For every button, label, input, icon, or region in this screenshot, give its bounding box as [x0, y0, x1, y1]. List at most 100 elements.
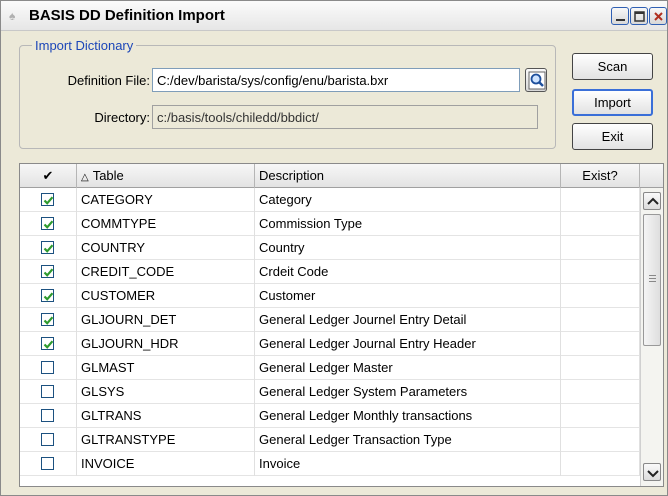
- search-icon: [528, 71, 546, 90]
- row-table-name[interactable]: COUNTRY: [77, 236, 255, 260]
- row-exist[interactable]: [561, 308, 640, 332]
- row-check-cell[interactable]: [20, 380, 77, 404]
- row-checkbox[interactable]: [41, 337, 54, 350]
- row-check-cell[interactable]: [20, 452, 77, 476]
- row-check-cell[interactable]: [20, 284, 77, 308]
- table-row[interactable]: CREDIT_CODE Crdeit Code: [20, 260, 640, 284]
- row-check-cell[interactable]: [20, 428, 77, 452]
- row-checkbox[interactable]: [41, 313, 54, 326]
- row-checkbox[interactable]: [41, 361, 54, 374]
- row-checkbox[interactable]: [41, 193, 54, 206]
- table-row[interactable]: GLJOURN_DET General Ledger Journel Entry …: [20, 308, 640, 332]
- grid-header: ✔ △ Table Description Exist?: [20, 164, 663, 188]
- row-exist[interactable]: [561, 452, 640, 476]
- row-description[interactable]: Crdeit Code: [255, 260, 561, 284]
- row-table-name[interactable]: GLJOURN_HDR: [77, 332, 255, 356]
- row-description[interactable]: General Ledger Monthly transactions: [255, 404, 561, 428]
- row-exist[interactable]: [561, 356, 640, 380]
- row-description[interactable]: Commission Type: [255, 212, 561, 236]
- table-row[interactable]: GLMAST General Ledger Master: [20, 356, 640, 380]
- row-description[interactable]: General Ledger System Parameters: [255, 380, 561, 404]
- row-description[interactable]: Invoice: [255, 452, 561, 476]
- row-table-name[interactable]: GLSYS: [77, 380, 255, 404]
- row-check-cell[interactable]: [20, 212, 77, 236]
- row-check-cell[interactable]: [20, 188, 77, 212]
- table-row[interactable]: INVOICE Invoice: [20, 452, 640, 476]
- row-check-cell[interactable]: [20, 332, 77, 356]
- row-exist[interactable]: [561, 188, 640, 212]
- row-table-name[interactable]: CREDIT_CODE: [77, 260, 255, 284]
- title-bar[interactable]: ♠ BASIS DD Definition Import: [1, 1, 667, 31]
- table-row[interactable]: GLJOURN_HDR General Ledger Journal Entry …: [20, 332, 640, 356]
- row-checkbox[interactable]: [41, 289, 54, 302]
- scroll-down-button[interactable]: [643, 463, 661, 481]
- table-row[interactable]: GLTRANSTYPE General Ledger Transaction Ty…: [20, 428, 640, 452]
- row-description[interactable]: General Ledger Journal Entry Header: [255, 332, 561, 356]
- import-button[interactable]: Import: [572, 89, 653, 116]
- row-checkbox[interactable]: [41, 217, 54, 230]
- thumb-grip-line: [649, 278, 656, 279]
- maximize-button[interactable]: [630, 7, 648, 25]
- app-icon: ♠: [9, 9, 16, 23]
- header-table[interactable]: △ Table: [77, 164, 255, 188]
- row-checkbox[interactable]: [41, 385, 54, 398]
- table-row[interactable]: CATEGORY Category: [20, 188, 640, 212]
- row-checkbox[interactable]: [41, 241, 54, 254]
- row-exist[interactable]: [561, 284, 640, 308]
- row-checkbox[interactable]: [41, 409, 54, 422]
- row-description[interactable]: Country: [255, 236, 561, 260]
- browse-button[interactable]: [525, 68, 547, 92]
- row-check-cell[interactable]: [20, 356, 77, 380]
- row-exist[interactable]: [561, 332, 640, 356]
- row-table-name[interactable]: GLMAST: [77, 356, 255, 380]
- row-check-cell[interactable]: [20, 308, 77, 332]
- header-exist[interactable]: Exist?: [561, 164, 640, 188]
- row-description[interactable]: General Ledger Master: [255, 356, 561, 380]
- header-corner: [640, 164, 663, 188]
- chevron-up-icon: [647, 197, 659, 205]
- row-description[interactable]: Customer: [255, 284, 561, 308]
- table-row[interactable]: CUSTOMER Customer: [20, 284, 640, 308]
- row-check-cell[interactable]: [20, 260, 77, 284]
- row-table-name[interactable]: GLTRANSTYPE: [77, 428, 255, 452]
- vertical-scrollbar[interactable]: [640, 188, 663, 486]
- table-row[interactable]: COUNTRY Country: [20, 236, 640, 260]
- row-exist[interactable]: [561, 404, 640, 428]
- row-check-cell[interactable]: [20, 236, 77, 260]
- row-exist[interactable]: [561, 380, 640, 404]
- row-table-name[interactable]: CATEGORY: [77, 188, 255, 212]
- row-table-name[interactable]: GLTRANS: [77, 404, 255, 428]
- exit-button[interactable]: Exit: [572, 123, 653, 150]
- row-description[interactable]: General Ledger Transaction Type: [255, 428, 561, 452]
- row-exist[interactable]: [561, 260, 640, 284]
- header-check[interactable]: ✔: [20, 164, 77, 188]
- close-button[interactable]: [649, 7, 667, 25]
- scan-button[interactable]: Scan: [572, 53, 653, 80]
- table-row[interactable]: GLSYS General Ledger System Parameters: [20, 380, 640, 404]
- row-table-name[interactable]: CUSTOMER: [77, 284, 255, 308]
- sort-ascending-icon: △: [81, 172, 89, 183]
- header-description[interactable]: Description: [255, 164, 561, 188]
- table-row[interactable]: GLTRANS General Ledger Monthly transactio…: [20, 404, 640, 428]
- table-row[interactable]: COMMTYPE Commission Type: [20, 212, 640, 236]
- row-table-name[interactable]: GLJOURN_DET: [77, 308, 255, 332]
- chevron-down-icon: [647, 470, 659, 478]
- minimize-icon: [616, 19, 625, 21]
- row-exist[interactable]: [561, 212, 640, 236]
- row-checkbox[interactable]: [41, 265, 54, 278]
- minimize-button[interactable]: [611, 7, 629, 25]
- checkmark-icon: [43, 268, 54, 277]
- scroll-thumb[interactable]: [643, 214, 661, 346]
- row-check-cell[interactable]: [20, 404, 77, 428]
- definition-file-input[interactable]: [152, 68, 520, 92]
- row-exist[interactable]: [561, 428, 640, 452]
- row-description[interactable]: Category: [255, 188, 561, 212]
- row-table-name[interactable]: COMMTYPE: [77, 212, 255, 236]
- row-checkbox[interactable]: [41, 457, 54, 470]
- thumb-grip-line: [649, 275, 656, 276]
- row-table-name[interactable]: INVOICE: [77, 452, 255, 476]
- row-description[interactable]: General Ledger Journel Entry Detail: [255, 308, 561, 332]
- row-checkbox[interactable]: [41, 433, 54, 446]
- row-exist[interactable]: [561, 236, 640, 260]
- scroll-up-button[interactable]: [643, 192, 661, 210]
